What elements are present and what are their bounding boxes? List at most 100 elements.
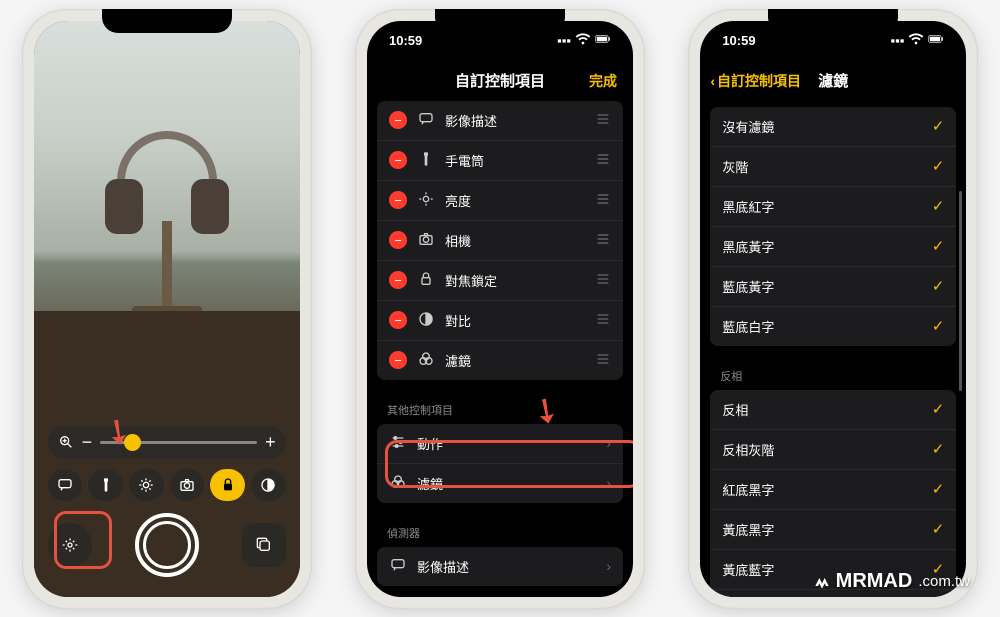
- checkmark-icon: ✓: [932, 237, 945, 255]
- control-label: 影像描述: [445, 111, 497, 130]
- settings-button[interactable]: [48, 523, 92, 567]
- drag-handle-icon[interactable]: [595, 271, 611, 290]
- filter-item[interactable]: 黑底黃字 ✓: [710, 227, 956, 267]
- camera-button[interactable]: [170, 469, 205, 501]
- filter-label: 黑底黃字: [722, 237, 774, 256]
- checkmark-icon: ✓: [932, 157, 945, 175]
- battery-icon: [928, 31, 944, 50]
- checkmark-icon: ✓: [932, 520, 945, 538]
- drag-handle-icon[interactable]: [595, 151, 611, 170]
- filter-label: 黃底黑字: [722, 520, 774, 539]
- back-button[interactable]: ‹ 自訂控制項目: [710, 71, 801, 91]
- speech-button[interactable]: [48, 469, 83, 501]
- filter-icon: [417, 351, 435, 370]
- filter-item[interactable]: 藍底白字✓: [710, 307, 956, 346]
- done-button[interactable]: 完成: [589, 71, 617, 91]
- checkmark-icon: ✓: [932, 277, 945, 295]
- filter-label: 沒有濾鏡: [722, 117, 774, 136]
- section-invert-label: 反相: [710, 354, 956, 390]
- filter-item[interactable]: 黃底黑字 ✓: [710, 510, 956, 550]
- control-item[interactable]: − 手電筒: [377, 141, 623, 181]
- filters-screen: 10:59 ▪▪▪ ‹ 自訂控制項目 濾鏡 沒有濾鏡✓灰階✓黑底紅字✓黑底黃字✓…: [700, 21, 966, 597]
- control-item[interactable]: − 對比: [377, 301, 623, 341]
- control-label: 對焦鎖定: [445, 271, 497, 290]
- battery-icon: [595, 31, 611, 50]
- filter-item[interactable]: 灰階 ✓: [710, 147, 956, 187]
- customize-screen: 10:59 ▪▪▪ 自訂控制項目 完成 −影像描述−手電筒−亮度−相機−對焦鎖定…: [367, 21, 633, 597]
- filter-item[interactable]: 黑底紅字 ✓: [710, 187, 956, 227]
- control-label: 相機: [445, 231, 471, 250]
- zoom-slider[interactable]: − +: [48, 426, 286, 459]
- filter-label: 灰階: [722, 157, 748, 176]
- control-item[interactable]: − 濾鏡: [377, 341, 623, 380]
- drag-handle-icon[interactable]: [595, 351, 611, 370]
- chevron-left-icon: ‹: [710, 73, 715, 89]
- contrast-button[interactable]: [251, 469, 286, 501]
- watermark-logo-icon: [814, 574, 830, 590]
- filter-item[interactable]: 藍底黃字 ✓: [710, 267, 956, 307]
- filter-item[interactable]: 紅底黑字✓: [710, 470, 956, 510]
- control-label: 手電筒: [445, 151, 484, 170]
- remove-button[interactable]: −: [389, 111, 407, 129]
- chevron-right-icon: ›: [606, 558, 611, 574]
- zoom-in-icon: [58, 434, 74, 450]
- filter-label: 反相灰階: [722, 440, 774, 459]
- control-label: 濾鏡: [445, 351, 471, 370]
- detector-item[interactable]: 影像描述 ›: [377, 547, 623, 586]
- speech-icon: [389, 557, 407, 576]
- filter-label: 藍底黃字: [722, 277, 774, 296]
- filter-label: 黑底紅字: [722, 197, 774, 216]
- remove-button[interactable]: −: [389, 311, 407, 329]
- multiview-button[interactable]: [242, 523, 286, 567]
- filter-item[interactable]: 沒有濾鏡✓: [710, 107, 956, 147]
- magnifier-controls: − +: [34, 416, 300, 597]
- other-label: 濾鏡: [417, 474, 443, 493]
- remove-button[interactable]: −: [389, 231, 407, 249]
- control-item[interactable]: − 對焦鎖定: [377, 261, 623, 301]
- brightness-icon: [417, 191, 435, 210]
- filter-label: 黃底藍字: [722, 560, 774, 579]
- status-time: 10:59: [389, 33, 422, 48]
- section-other-label: 其他控制項目: [377, 388, 623, 424]
- remove-button[interactable]: −: [389, 151, 407, 169]
- shutter-button[interactable]: [135, 513, 199, 577]
- section-detector-label: 偵測器: [377, 511, 623, 547]
- detector-label: 影像描述: [417, 557, 469, 576]
- checkmark-icon: ✓: [932, 440, 945, 458]
- brightness-button[interactable]: [129, 469, 164, 501]
- controls-list: −影像描述−手電筒−亮度−相機−對焦鎖定−對比−濾鏡 其他控制項目 動作›濾鏡›…: [367, 101, 633, 594]
- nav-title: 濾鏡: [818, 70, 848, 91]
- filter-item[interactable]: 反相✓: [710, 390, 956, 430]
- nav-header: 自訂控制項目 完成: [367, 61, 633, 101]
- other-item[interactable]: 濾鏡›: [377, 464, 623, 503]
- remove-button[interactable]: −: [389, 351, 407, 369]
- lock-button[interactable]: [210, 469, 245, 501]
- drag-handle-icon[interactable]: [595, 191, 611, 210]
- control-item[interactable]: − 亮度: [377, 181, 623, 221]
- filter-label: 反相: [722, 400, 748, 419]
- control-label: 亮度: [445, 191, 471, 210]
- drag-handle-icon[interactable]: [595, 231, 611, 250]
- wifi-icon: [575, 31, 591, 50]
- filter-icon: [389, 474, 407, 493]
- remove-button[interactable]: −: [389, 271, 407, 289]
- signal-icon: ▪▪▪: [890, 33, 904, 48]
- nav-title: 自訂控制項目: [455, 70, 545, 91]
- checkmark-icon: ✓: [932, 317, 945, 335]
- control-item[interactable]: − 相機: [377, 221, 623, 261]
- status-time: 10:59: [722, 33, 755, 48]
- drag-handle-icon[interactable]: [595, 111, 611, 130]
- filters-list: 沒有濾鏡✓灰階✓黑底紅字✓黑底黃字✓藍底黃字✓藍底白字✓ 反相 反相✓反相灰階✓…: [700, 101, 966, 597]
- chevron-right-icon: ›: [606, 435, 611, 451]
- other-item[interactable]: 動作 ›: [377, 424, 623, 464]
- checkmark-icon: ✓: [932, 197, 945, 215]
- other-label: 動作: [417, 434, 443, 453]
- remove-button[interactable]: −: [389, 191, 407, 209]
- control-label: 對比: [445, 311, 471, 330]
- flashlight-button[interactable]: [88, 469, 123, 501]
- phone-filters: 10:59 ▪▪▪ ‹ 自訂控制項目 濾鏡 沒有濾鏡✓灰階✓黑底紅字✓黑底黃字✓…: [688, 9, 978, 609]
- filter-item[interactable]: 反相灰階 ✓: [710, 430, 956, 470]
- drag-handle-icon[interactable]: [595, 311, 611, 330]
- speech-icon: [417, 111, 435, 130]
- control-item[interactable]: − 影像描述: [377, 101, 623, 141]
